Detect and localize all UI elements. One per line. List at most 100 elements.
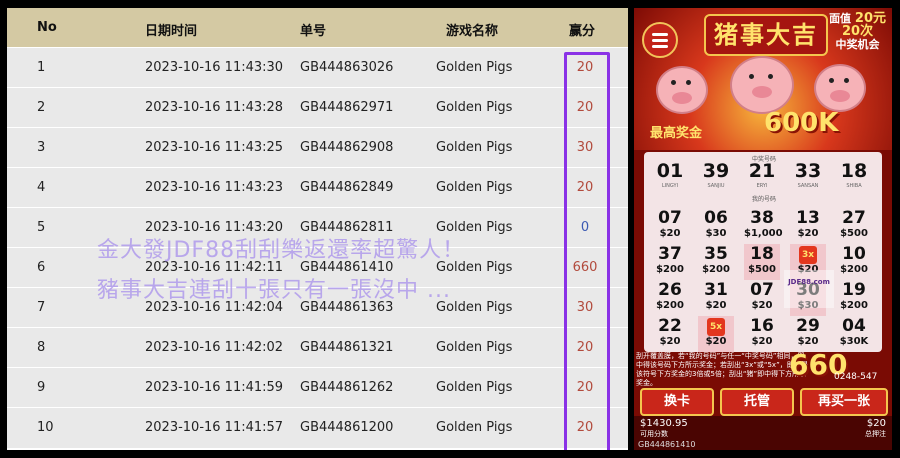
cell-order-id: GB444861262 xyxy=(300,380,394,395)
table-row[interactable]: 2 2023-10-16 11:43:28 GB444862971 Golden… xyxy=(7,87,628,128)
my-number: 22 xyxy=(658,316,682,336)
multiplier-badge: 5x xyxy=(707,318,725,336)
cell-datetime: 2023-10-16 11:41:57 xyxy=(145,420,284,435)
chances-value: 20次 xyxy=(841,24,874,39)
game-instructions: 刮开覆盖膜，若“我的号码”与任一“中奖号码”相同，即中得该号码下方所示奖金；若刮… xyxy=(636,352,808,387)
my-number-prize: $20 xyxy=(751,300,773,311)
pig-icon xyxy=(656,66,708,114)
table-row[interactable]: 9 2023-10-16 11:41:59 GB444861262 Golden… xyxy=(7,367,628,408)
status-bar: $1430.95 可用分数 GB444861410 $20 总押注 xyxy=(634,416,892,450)
cell-game: Golden Pigs xyxy=(436,260,513,275)
table-row[interactable]: 4 2023-10-16 11:43:23 GB444862849 Golden… xyxy=(7,167,628,208)
my-number-prize: $30 xyxy=(705,228,727,239)
pig-icon xyxy=(730,56,794,114)
buy-again-button[interactable]: 再买一张 xyxy=(800,388,888,416)
cell-game: Golden Pigs xyxy=(436,380,513,395)
cell-no: 3 xyxy=(37,140,46,155)
cell-datetime: 2023-10-16 11:42:02 xyxy=(145,340,284,355)
balance-label: 可用分数 xyxy=(640,430,668,438)
my-number: 10 xyxy=(842,244,866,264)
winning-number: 21 xyxy=(748,160,776,182)
my-number: 27 xyxy=(842,208,866,228)
multiplier-badge: 3x xyxy=(799,246,817,264)
cell-game: Golden Pigs xyxy=(436,340,513,355)
header-game-name: 游戏名称 xyxy=(446,24,499,39)
game-title: 猪事大吉 xyxy=(704,14,828,56)
my-number-prize: $200 xyxy=(840,300,868,311)
card-serial: 0248-547 xyxy=(834,372,878,382)
cell-no: 1 xyxy=(37,60,46,75)
scratch-card[interactable]: 中奖号码 01 LINGYI 39 SANJIU 21 ERYI 33 SANS… xyxy=(644,152,882,352)
my-number: 37 xyxy=(658,244,682,264)
my-number-prize: $20 xyxy=(751,336,773,347)
cell-order-id: GB444861200 xyxy=(300,420,394,435)
cell-no: 2 xyxy=(37,100,46,115)
header-order-id: 单号 xyxy=(300,24,327,39)
top-prize-value: 600K xyxy=(764,108,839,138)
cell-order-id: GB444861410 xyxy=(300,260,394,275)
ticket-id: GB444861410 xyxy=(638,440,696,449)
cell-datetime: 2023-10-16 11:43:23 xyxy=(145,180,284,195)
cell-datetime: 2023-10-16 11:41:59 xyxy=(145,380,284,395)
my-number-prize: $20 xyxy=(659,336,681,347)
table-row[interactable]: 5 2023-10-16 11:43:20 GB444862811 Golden… xyxy=(7,207,628,248)
cell-no: 7 xyxy=(37,300,46,315)
header-no: No xyxy=(37,20,57,35)
table-row[interactable]: 10 2023-10-16 11:41:57 GB444861200 Golde… xyxy=(7,407,628,448)
cell-game: Golden Pigs xyxy=(436,300,513,315)
pig-icon xyxy=(814,64,866,112)
my-number-prize: $20 xyxy=(797,228,819,239)
cell-datetime: 2023-10-16 11:43:25 xyxy=(145,140,284,155)
my-number-prize: $500 xyxy=(748,264,776,275)
table-row[interactable]: 3 2023-10-16 11:43:25 GB444862908 Golden… xyxy=(7,127,628,168)
header-points: 赢分 xyxy=(569,24,596,39)
exchange-card-button[interactable]: 换卡 xyxy=(640,388,714,416)
table-header: No 日期时间 单号 游戏名称 赢分 xyxy=(7,8,628,47)
cell-game: Golden Pigs xyxy=(436,100,513,115)
my-number-prize: $200 xyxy=(656,300,684,311)
cell-no: 6 xyxy=(37,260,46,275)
my-number-prize: $200 xyxy=(702,264,730,275)
winning-number: 18 xyxy=(840,160,868,182)
my-number: 26 xyxy=(658,280,682,300)
cell-no: 4 xyxy=(37,180,46,195)
winning-number-word: SANSAN xyxy=(797,183,819,189)
my-number: 18 xyxy=(750,244,774,264)
my-number: 07 xyxy=(658,208,682,228)
chances-label: 中奖机会 xyxy=(835,38,880,51)
my-number: 19 xyxy=(842,280,866,300)
points-highlight-box xyxy=(564,52,610,450)
cell-no: 8 xyxy=(37,340,46,355)
my-number-prize: $200 xyxy=(656,264,684,275)
my-number-prize: $20 xyxy=(797,336,819,347)
my-number-prize: $20 xyxy=(659,228,681,239)
winning-number-word: LINGYI xyxy=(661,183,679,189)
table-row[interactable]: 6 2023-10-16 11:42:11 GB444861410 Golden… xyxy=(7,247,628,288)
cell-datetime: 2023-10-16 11:42:04 xyxy=(145,300,284,315)
winning-number: 01 xyxy=(656,160,684,182)
winning-number-word: SHIBA xyxy=(846,183,862,189)
game-banner: 猪事大吉 面值 20元 20次 中奖机会 最高奖金 600K xyxy=(634,8,892,150)
winning-number-word: SANJIU xyxy=(707,183,725,189)
table-row[interactable]: 7 2023-10-16 11:42:04 GB444861363 Golden… xyxy=(7,287,628,328)
price-info: 面值 20元 20次 中奖机会 xyxy=(829,12,886,51)
table-row[interactable]: 8 2023-10-16 11:42:02 GB444861321 Golden… xyxy=(7,327,628,368)
cell-datetime: 2023-10-16 11:42:11 xyxy=(145,260,284,275)
cell-order-id: GB444862971 xyxy=(300,100,394,115)
winning-number: 33 xyxy=(794,160,822,182)
cell-order-id: GB444862849 xyxy=(300,180,394,195)
cell-game: Golden Pigs xyxy=(436,180,513,195)
my-numbers-label: 我的号码 xyxy=(752,196,777,203)
my-number: 35 xyxy=(704,244,728,264)
table-row[interactable]: 1 2023-10-16 11:43:30 GB444863026 Golden… xyxy=(7,47,628,88)
cell-game: Golden Pigs xyxy=(436,60,513,75)
hamburger-icon xyxy=(652,33,668,36)
cell-game: Golden Pigs xyxy=(436,420,513,435)
my-number: 38 xyxy=(750,208,774,228)
my-number-prize: $20 xyxy=(705,336,727,347)
menu-button[interactable] xyxy=(642,22,678,58)
my-number: 16 xyxy=(750,316,774,336)
header-datetime: 日期时间 xyxy=(145,24,198,39)
cell-no: 5 xyxy=(37,220,46,235)
auto-play-button[interactable]: 托管 xyxy=(720,388,794,416)
